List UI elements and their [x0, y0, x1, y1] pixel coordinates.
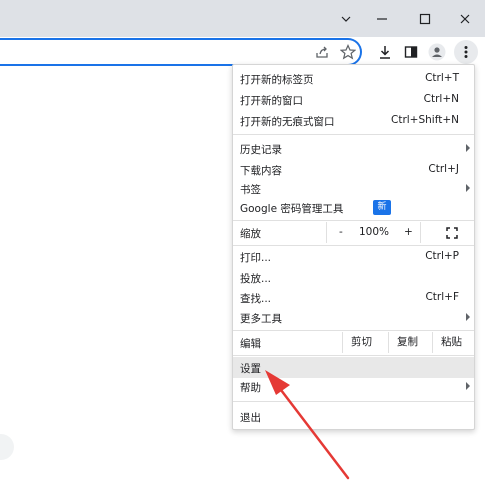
annotation-arrow: [265, 370, 350, 480]
